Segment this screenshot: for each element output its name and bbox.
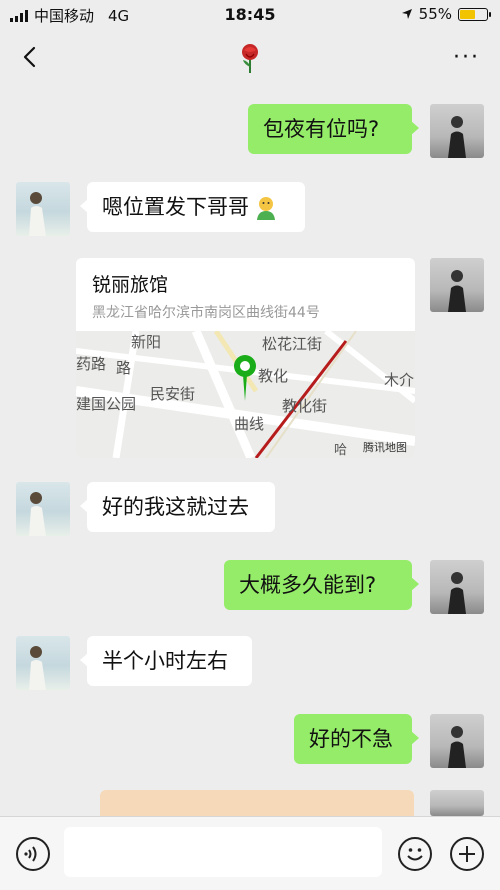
contact-avatar[interactable] <box>16 182 70 236</box>
chat-header: ··· <box>0 30 500 84</box>
location-address: 黑龙江省哈尔滨市南岗区曲线街44号 <box>92 305 320 321</box>
more-options-button[interactable]: ··· <box>453 45 480 70</box>
message-bubble-sent[interactable]: 包夜有位吗? <box>248 104 419 154</box>
voice-icon[interactable] <box>16 837 50 871</box>
person-silhouette-icon <box>448 726 466 768</box>
person-silhouette-icon <box>29 492 46 536</box>
map-label: 建国公园 <box>76 395 137 413</box>
battery-percent: 55% <box>418 5 452 23</box>
message-text: 半个小时左右 <box>102 649 228 673</box>
input-bar <box>0 816 500 890</box>
rose-icon <box>242 44 258 73</box>
map-label: 木介 <box>384 371 415 389</box>
map-brand: 腾讯地图 <box>363 441 407 454</box>
my-avatar[interactable] <box>430 104 484 158</box>
my-avatar[interactable] <box>430 714 484 768</box>
person-silhouette-icon <box>29 646 46 690</box>
message-bubble-received[interactable]: 好的我这就过去 <box>80 482 275 532</box>
status-bar: 中国移动 4G 18:45 55% <box>0 0 500 30</box>
map-pin-icon <box>234 355 256 401</box>
message-bubble-sent[interactable]: 好的不急 <box>294 714 419 764</box>
back-chevron-icon[interactable] <box>18 45 42 69</box>
emoji-icon <box>257 197 275 220</box>
contact-avatar[interactable] <box>16 636 70 690</box>
location-arrow-icon <box>401 9 412 19</box>
message-text: 包夜有位吗? <box>263 117 380 141</box>
battery-icon <box>458 7 491 21</box>
person-silhouette-icon <box>29 192 46 236</box>
map-label: 教化 <box>258 367 289 385</box>
plus-icon[interactable] <box>450 837 484 871</box>
location-card[interactable]: 锐丽旅馆 黑龙江省哈尔滨市南岗区曲线街44号 松花江街 教化 新阳 路 药路 建… <box>76 258 415 458</box>
message-bubble-received[interactable]: 半个小时左右 <box>80 636 252 686</box>
smile-icon[interactable] <box>398 837 432 871</box>
map-label: 民安街 <box>150 385 196 403</box>
map-label: 曲线 <box>234 415 265 433</box>
person-silhouette-icon <box>448 270 466 312</box>
my-avatar[interactable] <box>430 560 484 614</box>
person-silhouette-icon <box>448 572 466 614</box>
message-input[interactable] <box>64 827 382 877</box>
message-text: 好的我这就过去 <box>102 495 249 519</box>
message-bubble-sent[interactable]: 大概多久能到? <box>224 560 419 610</box>
my-avatar[interactable] <box>430 258 484 312</box>
person-silhouette-icon <box>448 116 466 158</box>
map-label: 路 <box>116 359 132 377</box>
location-name: 锐丽旅馆 <box>92 274 169 296</box>
message-text: 嗯位置发下哥哥 <box>102 195 249 219</box>
message-text: 好的不急 <box>309 727 393 751</box>
map-label: 松花江街 <box>262 335 323 353</box>
map-label: 新阳 <box>131 333 162 351</box>
my-avatar[interactable] <box>430 790 484 816</box>
map-preview[interactable]: 松花江街 教化 新阳 路 药路 建国公园 民安街 教化街 曲线 木介 哈 腾讯地… <box>76 331 415 458</box>
map-label: 教化街 <box>282 397 328 415</box>
message-text: 大概多久能到? <box>239 573 377 597</box>
message-bubble-received[interactable]: 嗯位置发下哥哥 <box>80 182 305 232</box>
contact-avatar[interactable] <box>16 482 70 536</box>
map-label: 哈 <box>334 443 348 458</box>
map-label: 药路 <box>76 355 107 373</box>
